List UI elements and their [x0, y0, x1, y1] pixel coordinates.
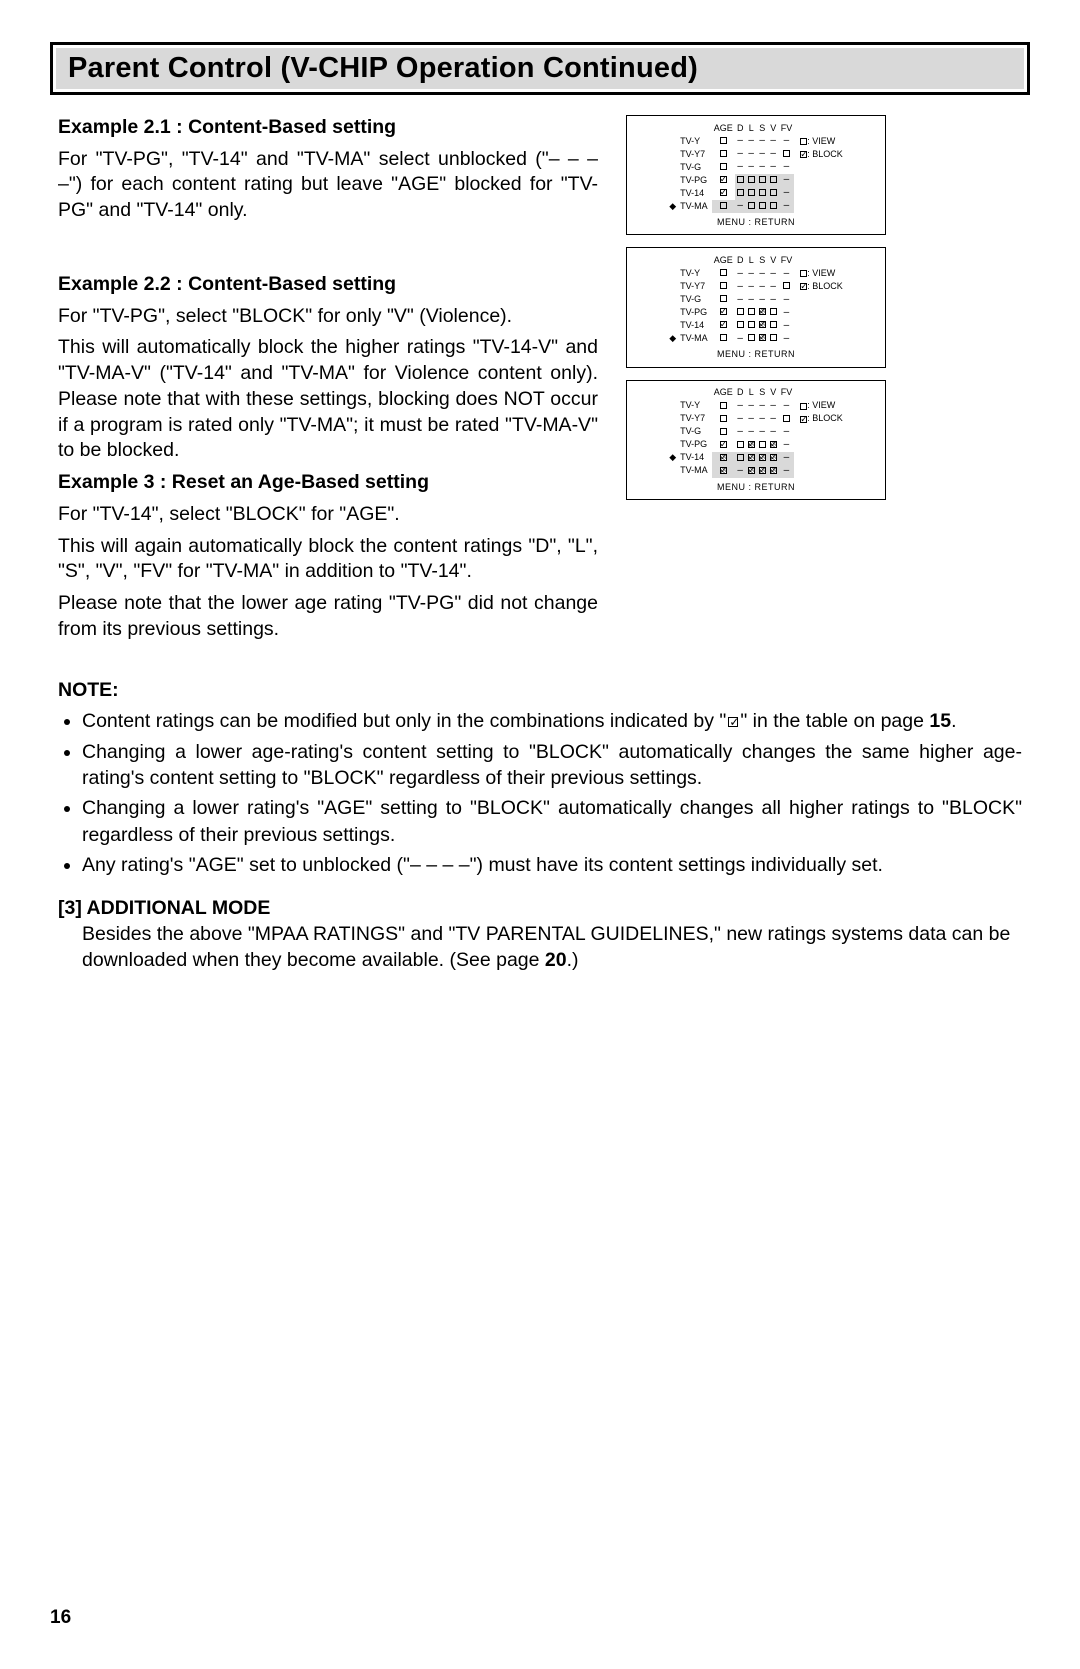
note-block: NOTE: Content ratings can be modified bu… [50, 678, 1030, 974]
checkbox-icon [728, 717, 738, 727]
title-frame: Parent Control (V-CHIP Operation Continu… [50, 42, 1030, 95]
page-number: 16 [50, 1607, 71, 1629]
note-item-1: Content ratings can be modified but only… [82, 708, 1022, 734]
additional-mode: [3] ADDITIONAL MODE Besides the above "M… [58, 896, 1022, 974]
note-label: NOTE: [58, 678, 1022, 704]
note-list: Content ratings can be modified but only… [58, 708, 1022, 878]
page-title: Parent Control (V-CHIP Operation Continu… [56, 48, 1024, 89]
diagram-3: AGEDLSVFVTV-Y–––––: VIEWTV-Y7––––: BLOCK… [626, 380, 886, 500]
example-3-body2: This will again automatically block the … [58, 534, 598, 585]
example-2-body1: For "TV-PG", select "BLOCK" for only "V"… [58, 304, 598, 330]
manual-page: Parent Control (V-CHIP Operation Continu… [0, 0, 1080, 1669]
additional-body: Besides the above "MPAA RATINGS" and "TV… [58, 922, 1022, 974]
example-2-body2: This will automatically block the higher… [58, 335, 598, 464]
note-item-4: Any rating's "AGE" set to unblocked ("– … [82, 852, 1022, 878]
example-3-title: Example 3 : Reset an Age-Based setting [58, 470, 598, 496]
example-1-title: Example 2.1 : Content-Based setting [58, 115, 598, 141]
left-column: Example 2.1 : Content-Based setting For … [58, 115, 598, 648]
note-item-3: Changing a lower rating's "AGE" setting … [82, 795, 1022, 848]
additional-heading: [3] ADDITIONAL MODE [58, 896, 1022, 922]
example-1-body: For "TV-PG", "TV-14" and "TV-MA" select … [58, 147, 598, 224]
example-2-title: Example 2.2 : Content-Based setting [58, 272, 598, 298]
diagram-1: AGEDLSVFVTV-Y–––––: VIEWTV-Y7––––: BLOCK… [626, 115, 886, 235]
example-3-body1: For "TV-14", select "BLOCK" for "AGE". [58, 502, 598, 528]
diagram-2: AGEDLSVFVTV-Y–––––: VIEWTV-Y7––––: BLOCK… [626, 247, 886, 367]
right-column: AGEDLSVFVTV-Y–––––: VIEWTV-Y7––––: BLOCK… [626, 115, 886, 648]
content-columns: Example 2.1 : Content-Based setting For … [50, 115, 1030, 648]
example-3-body3: Please note that the lower age rating "T… [58, 591, 598, 642]
note-item-2: Changing a lower age-rating's content se… [82, 739, 1022, 792]
